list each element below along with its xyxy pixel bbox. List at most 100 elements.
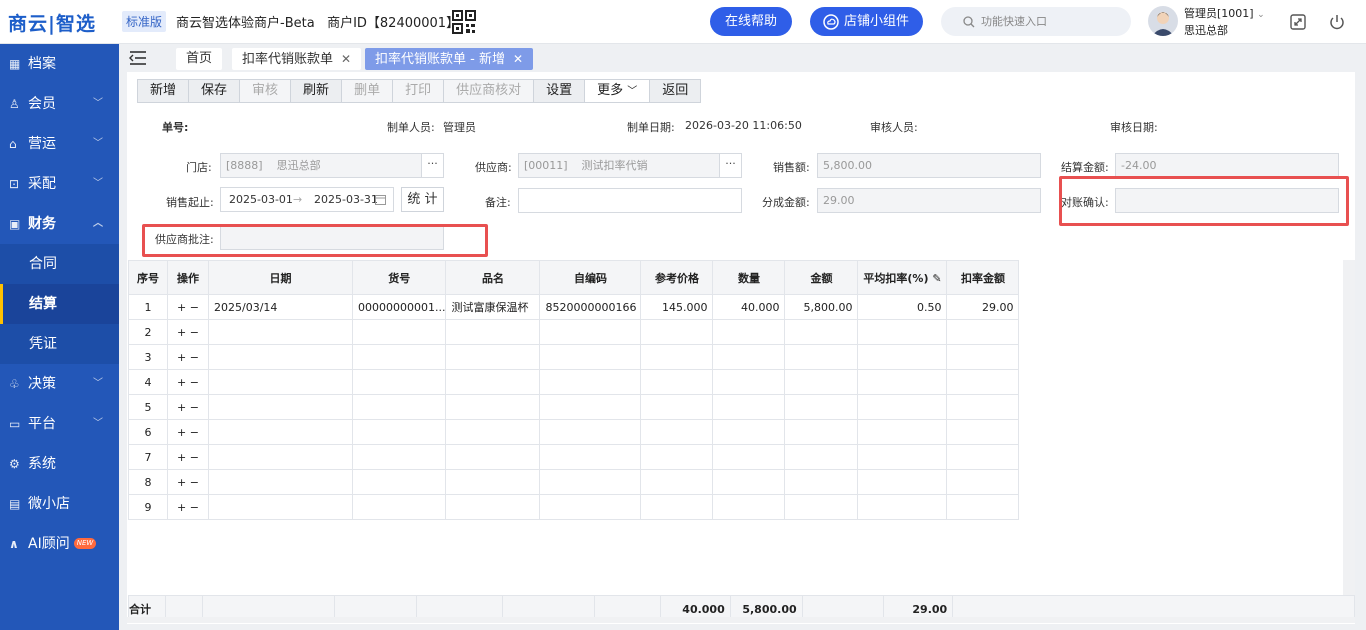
horizontal-scrollbar[interactable]	[127, 617, 1355, 623]
cell-rate[interactable]	[857, 369, 948, 395]
cell-qty[interactable]	[712, 394, 786, 420]
cell-rate[interactable]	[857, 469, 948, 495]
cell-amount[interactable]: 5,800.00	[784, 294, 859, 320]
cell-name[interactable]	[445, 394, 541, 420]
share-amount-field[interactable]: 29.00	[817, 188, 1041, 213]
cell-date[interactable]	[208, 344, 353, 370]
cell-code[interactable]	[539, 369, 642, 395]
cell-price[interactable]: 145.000	[640, 294, 714, 320]
save-button[interactable]: 保存	[189, 80, 241, 102]
cell-date[interactable]: 2025/03/14	[208, 294, 353, 320]
remove-row-icon[interactable]: −	[190, 301, 199, 314]
remove-row-icon[interactable]: −	[190, 476, 199, 489]
cell-amount[interactable]	[784, 344, 859, 370]
cell-amount[interactable]	[784, 469, 859, 495]
cell-sku[interactable]	[351, 319, 447, 345]
cell-date[interactable]	[208, 369, 353, 395]
cell-date[interactable]	[208, 419, 353, 445]
more-dropdown[interactable]: 更多 ﹀	[585, 80, 651, 102]
delete-button[interactable]: 删单	[342, 80, 394, 102]
cell-rate-amount[interactable]: 29.00	[946, 294, 1020, 320]
cell-sku[interactable]	[351, 344, 447, 370]
cell-sku[interactable]	[351, 394, 447, 420]
cell-rate-amount[interactable]	[946, 369, 1020, 395]
table-row[interactable]: 1 + −2025/03/14 00000000001... 测试富康保温杯 85200…	[128, 294, 1020, 320]
cell-rate-amount[interactable]	[946, 419, 1020, 445]
cell-rate[interactable]: 0.50	[857, 294, 948, 320]
cell-rate-amount[interactable]	[946, 494, 1020, 520]
settings-button[interactable]: 设置	[534, 80, 586, 102]
period-date-range[interactable]: 2025-03-01 → 2025-03-31	[220, 187, 394, 212]
cell-qty[interactable]	[712, 444, 786, 470]
remove-row-icon[interactable]: −	[190, 351, 199, 364]
cell-rate-amount[interactable]	[946, 469, 1020, 495]
cell-sku[interactable]	[351, 469, 447, 495]
add-row-icon[interactable]: +	[177, 326, 186, 339]
cell-qty[interactable]	[712, 369, 786, 395]
table-row[interactable]: 7 + −	[128, 444, 1020, 470]
sidebar-item-platform[interactable]: ▭ 平台 ﹀	[0, 404, 119, 444]
cell-price[interactable]	[640, 419, 714, 445]
table-row[interactable]: 8 + −	[128, 469, 1020, 495]
cell-name[interactable]	[445, 444, 541, 470]
cell-date[interactable]	[208, 319, 353, 345]
cell-rate[interactable]	[857, 444, 948, 470]
cell-amount[interactable]	[784, 319, 859, 345]
add-row-icon[interactable]: +	[177, 451, 186, 464]
close-icon[interactable]: ✕	[513, 52, 523, 66]
sidebar-item-system[interactable]: ⚙ 系统	[0, 444, 119, 484]
remove-row-icon[interactable]: −	[190, 426, 199, 439]
cell-code[interactable]	[539, 494, 642, 520]
cell-qty[interactable]	[712, 419, 786, 445]
sidebar-item-member[interactable]: ♙ 会员 ﹀	[0, 84, 119, 124]
stat-button[interactable]: 统 计	[401, 187, 444, 212]
cell-price[interactable]	[640, 319, 714, 345]
cell-date[interactable]	[208, 494, 353, 520]
cell-amount[interactable]	[784, 394, 859, 420]
cell-amount[interactable]	[784, 444, 859, 470]
cell-qty[interactable]	[712, 469, 786, 495]
table-row[interactable]: 6 + −	[128, 419, 1020, 445]
cell-rate[interactable]	[857, 394, 948, 420]
table-row[interactable]: 2 + −	[128, 319, 1020, 345]
cell-price[interactable]	[640, 394, 714, 420]
cell-qty[interactable]: 40.000	[712, 294, 786, 320]
settle-amount-field[interactable]: -24.00	[1115, 153, 1339, 178]
store-widget-button[interactable]: 店铺小组件	[810, 7, 923, 36]
cell-amount[interactable]	[784, 494, 859, 520]
add-row-icon[interactable]: +	[177, 426, 186, 439]
cell-amount[interactable]	[784, 369, 859, 395]
cell-name[interactable]	[445, 494, 541, 520]
table-row[interactable]: 5 + −	[128, 394, 1020, 420]
review-button[interactable]: 审核	[240, 80, 292, 102]
cell-rate-amount[interactable]	[946, 319, 1020, 345]
sidebar-item-decision[interactable]: ♧ 决策 ﹀	[0, 364, 119, 404]
cell-code[interactable]	[539, 419, 642, 445]
cell-price[interactable]	[640, 444, 714, 470]
cell-code[interactable]	[539, 469, 642, 495]
cell-price[interactable]	[640, 369, 714, 395]
cell-name[interactable]	[445, 319, 541, 345]
vertical-scrollbar[interactable]	[1343, 260, 1355, 595]
sidebar-subitem-settlement[interactable]: 结算	[0, 284, 119, 324]
cell-qty[interactable]	[712, 344, 786, 370]
cell-name[interactable]	[445, 419, 541, 445]
sidebar-item-ai-advisor[interactable]: ∧ AI顾问 NEW	[0, 524, 119, 564]
user-menu[interactable]: 管理员[1001] ⌄ 思迅总部	[1184, 6, 1265, 38]
cell-sku[interactable]: 00000000001...	[351, 294, 447, 320]
cell-sku[interactable]	[351, 494, 447, 520]
cell-sku[interactable]	[351, 369, 447, 395]
cell-qty[interactable]	[712, 319, 786, 345]
table-row[interactable]: 9 + −	[128, 494, 1020, 520]
add-row-icon[interactable]: +	[177, 401, 186, 414]
store-picker-button[interactable]: ···	[421, 154, 443, 177]
cell-code[interactable]	[539, 319, 642, 345]
remove-row-icon[interactable]: −	[190, 451, 199, 464]
cell-rate-amount[interactable]	[946, 344, 1020, 370]
sidebar-item-mini-shop[interactable]: ▤ 微小店	[0, 484, 119, 524]
qr-code-icon[interactable]	[452, 10, 476, 34]
edit-icon[interactable]: ✎	[932, 272, 941, 285]
store-field[interactable]: [8888] 思迅总部 ···	[220, 153, 444, 178]
cell-rate[interactable]	[857, 319, 948, 345]
remove-row-icon[interactable]: −	[190, 376, 199, 389]
